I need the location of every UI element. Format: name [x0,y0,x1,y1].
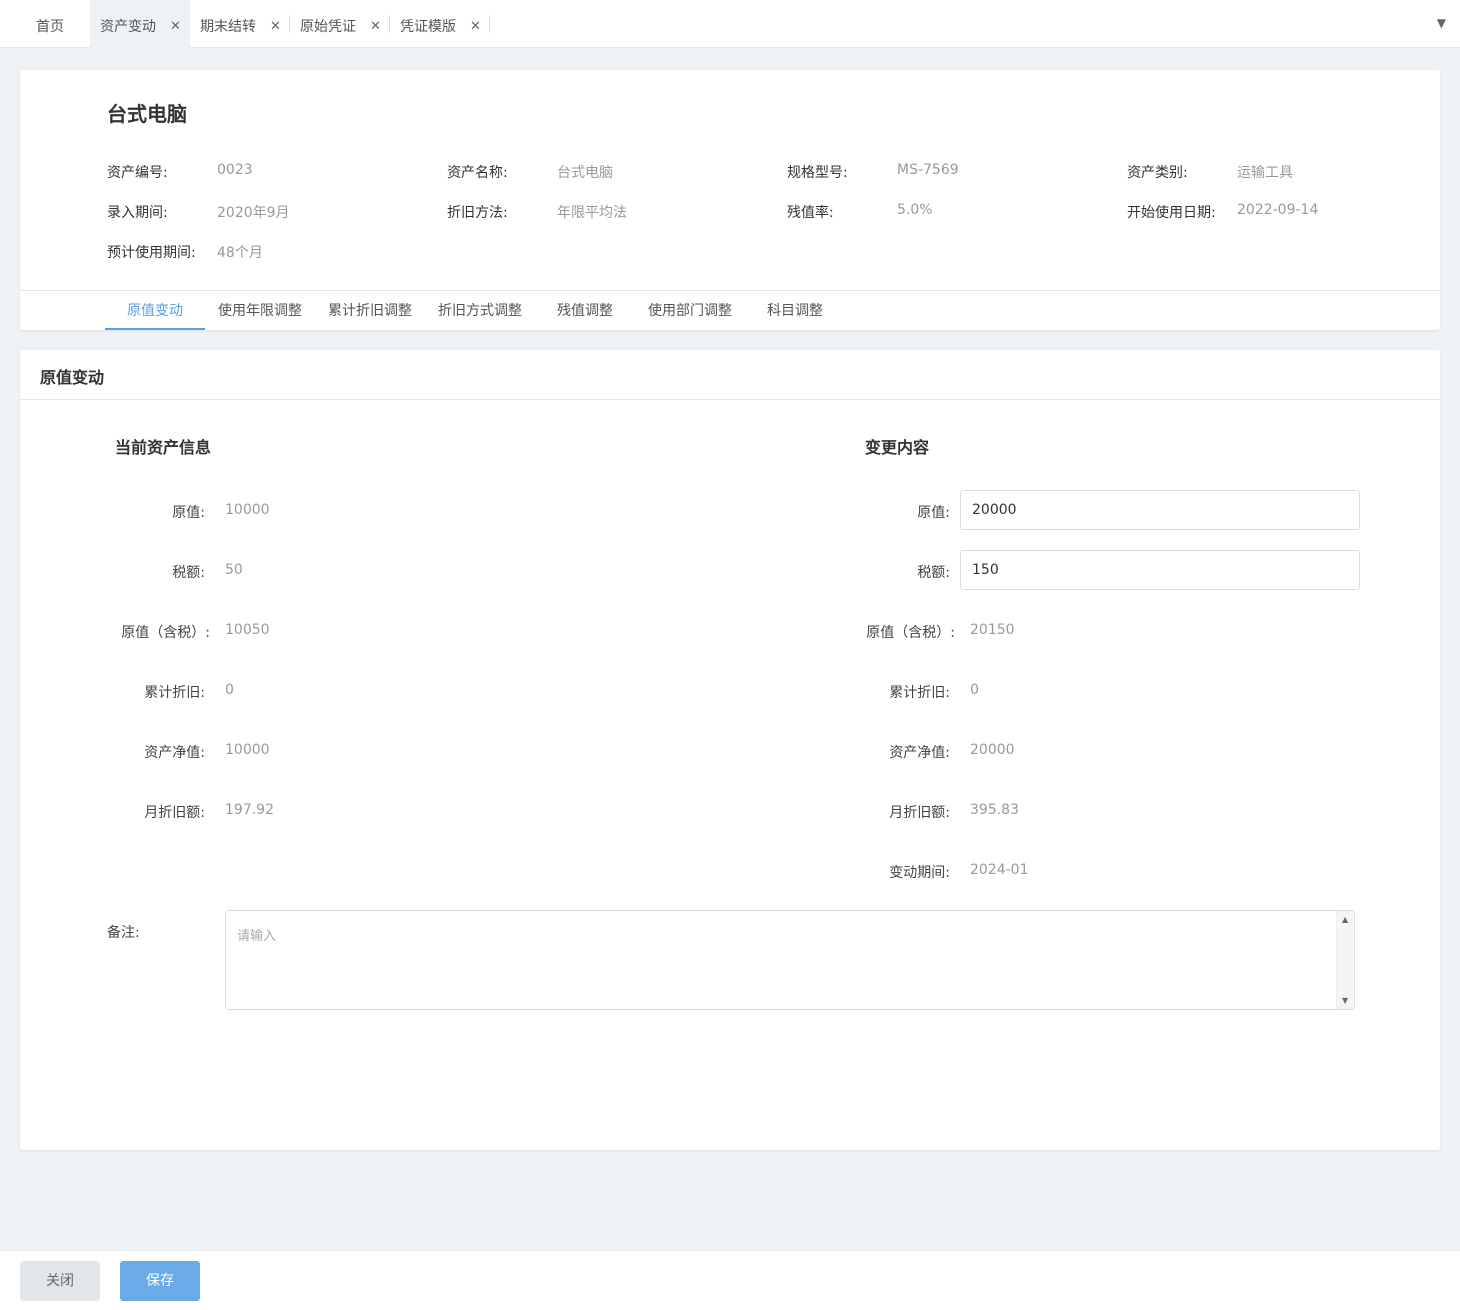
field-label: 残值率: [787,205,834,221]
tab-period-end[interactable]: 期末结转 ✕ [190,0,290,48]
field-label: 资产类别: [1127,165,1188,181]
change-value: 20150 [970,622,1015,638]
scrollbar[interactable]: ▲ ▼ [1336,911,1354,1009]
remark-label: 备注: [107,925,140,941]
current-label: 累计折旧: [144,685,205,701]
current-value: 10000 [225,502,270,518]
subtab-accumulated-depreciation[interactable]: 累计折旧调整 [320,300,420,330]
change-value: 2024-01 [970,862,1029,878]
tab-divider [489,15,490,33]
field-label: 折旧方法: [447,205,508,221]
remark-textarea[interactable]: 请输入 ▲ ▼ [225,910,1355,1010]
subtab-useful-life[interactable]: 使用年限调整 [210,300,310,330]
asset-title: 台式电脑 [107,102,187,126]
subtab-depreciation-method[interactable]: 折旧方式调整 [430,300,530,330]
current-value: 197.92 [225,802,274,818]
change-content-title: 变更内容 [865,438,930,457]
tab-original-voucher[interactable]: 原始凭证 ✕ [290,0,390,48]
tab-label: 期末结转 [200,19,256,35]
change-value: 20000 [970,742,1015,758]
close-icon[interactable]: ✕ [470,0,481,54]
field-label: 规格型号: [787,165,848,181]
close-icon[interactable]: ✕ [170,0,181,54]
change-label: 原值: [917,505,950,521]
tab-voucher-template[interactable]: 凭证模版 ✕ [390,0,490,48]
original-value-input[interactable] [960,490,1360,530]
field-label: 资产编号: [107,165,168,181]
asset-info-card: 台式电脑 资产编号: 0023 资产名称: 台式电脑 规格型号: MS-7569… [20,70,1440,330]
tab-label: 资产变动 [100,19,156,35]
change-label: 月折旧额: [889,805,950,821]
current-label: 资产净值: [144,745,205,761]
current-value: 10050 [225,622,270,638]
current-label: 税额: [172,565,205,581]
field-label: 录入期间: [107,205,168,221]
change-value: 395.83 [970,802,1019,818]
field-value: 台式电脑 [557,165,613,181]
footer-bar: 关闭 保存 [0,1250,1460,1310]
scroll-up-icon[interactable]: ▲ [1342,915,1348,924]
field-value: 48个月 [217,245,263,261]
subtab-original-value-change[interactable]: 原值变动 [105,300,205,330]
field-label: 预计使用期间: [107,245,196,261]
subtab-account[interactable]: 科目调整 [755,300,835,330]
save-button[interactable]: 保存 [120,1261,200,1301]
tab-home[interactable]: 首页 [26,0,90,48]
change-panel: 原值变动 当前资产信息 变更内容 原值: 10000 税额: 50 原值（含税）… [20,350,1440,1150]
current-label: 原值（含税）: [121,625,210,641]
current-label: 月折旧额: [144,805,205,821]
change-label: 变动期间: [889,865,950,881]
remark-placeholder: 请输入 [237,929,277,944]
current-label: 原值: [172,505,205,521]
subtab-department[interactable]: 使用部门调整 [640,300,740,330]
current-value: 50 [225,562,243,578]
tab-label: 凭证模版 [400,19,456,35]
current-info-title: 当前资产信息 [115,438,212,457]
divider [20,399,1440,400]
field-value: 运输工具 [1237,165,1293,181]
panel-title: 原值变动 [40,368,105,387]
scroll-down-icon[interactable]: ▼ [1342,996,1348,1005]
change-label: 资产净值: [889,745,950,761]
subtab-residual-value[interactable]: 残值调整 [545,300,625,330]
tab-label: 原始凭证 [300,19,356,35]
field-value: 0023 [217,162,253,178]
close-icon[interactable]: ✕ [270,0,281,54]
tab-label: 首页 [36,19,64,35]
field-label: 开始使用日期: [1127,205,1216,221]
change-label: 累计折旧: [889,685,950,701]
tab-asset-change[interactable]: 资产变动 ✕ [90,0,190,48]
divider [20,290,1440,291]
tab-bar: 首页 资产变动 ✕ 期末结转 ✕ 原始凭证 ✕ 凭证模版 ✕ ▼ [0,0,1460,48]
current-value: 10000 [225,742,270,758]
change-label: 原值（含税）: [866,625,955,641]
chevron-down-icon[interactable]: ▼ [1437,16,1446,30]
close-icon[interactable]: ✕ [370,0,381,54]
change-label: 税额: [917,565,950,581]
current-value: 0 [225,682,234,698]
field-value: 年限平均法 [557,205,627,221]
field-label: 资产名称: [447,165,508,181]
field-value: 5.0% [897,202,933,218]
tax-input[interactable] [960,550,1360,590]
field-value: 2020年9月 [217,205,290,221]
field-value: MS-7569 [897,162,959,178]
field-value: 2022-09-14 [1237,202,1319,218]
change-value: 0 [970,682,979,698]
close-button[interactable]: 关闭 [20,1261,100,1301]
